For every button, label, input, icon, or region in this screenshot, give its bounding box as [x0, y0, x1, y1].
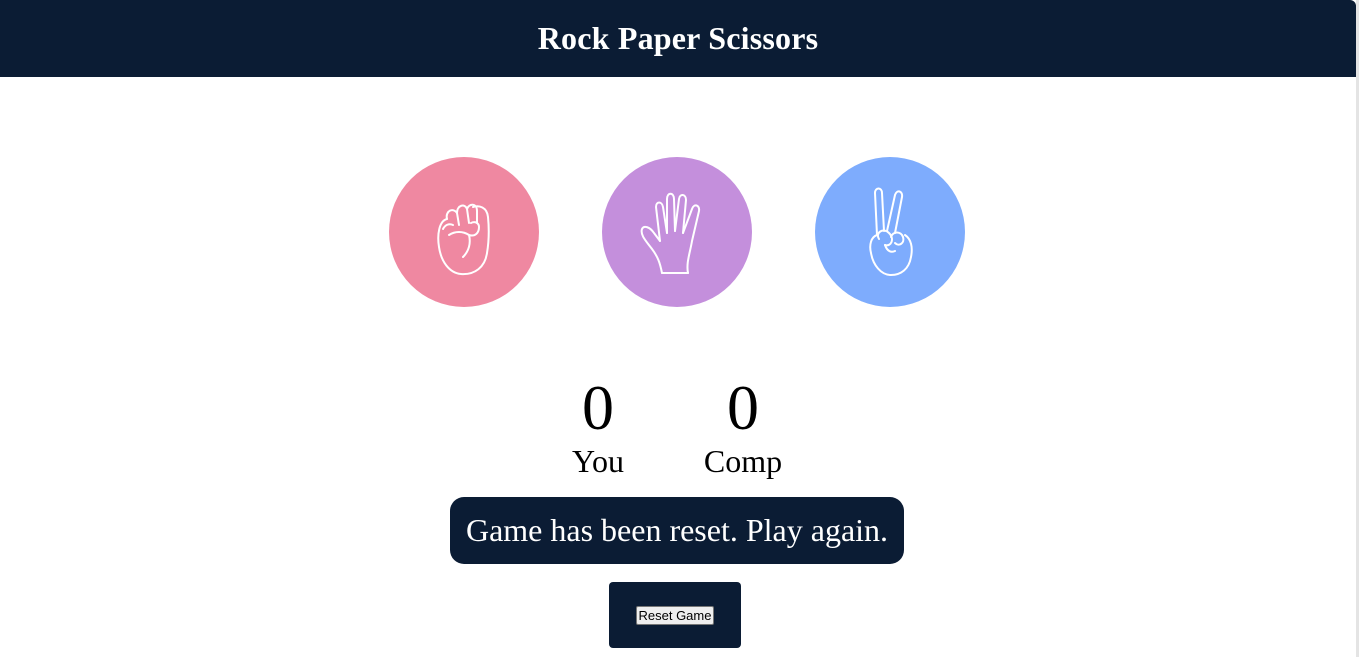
reset-game-button[interactable]: Reset Game: [635, 605, 715, 625]
app-header: Rock Paper Scissors: [0, 0, 1356, 77]
computer-score: 0 Comp: [683, 370, 803, 478]
paper-choice-button[interactable]: [602, 157, 752, 307]
choice-buttons: [0, 157, 1356, 307]
reset-button-container: Reset Game: [609, 582, 741, 648]
rock-choice-button[interactable]: [389, 157, 539, 307]
scissors-choice-button[interactable]: [815, 157, 965, 307]
status-message: Game has been reset. Play again.: [450, 497, 904, 564]
computer-score-label: Comp: [703, 443, 783, 479]
player-score: 0 You: [538, 370, 658, 478]
page-title: Rock Paper Scissors: [537, 20, 819, 56]
player-score-value: 0: [582, 372, 614, 443]
scissors-peace-hand-icon: [869, 187, 913, 276]
paper-hand-icon: [640, 192, 701, 274]
player-score-label: You: [572, 443, 624, 479]
rock-fist-icon: [437, 203, 490, 276]
computer-score-value: 0: [727, 372, 759, 443]
